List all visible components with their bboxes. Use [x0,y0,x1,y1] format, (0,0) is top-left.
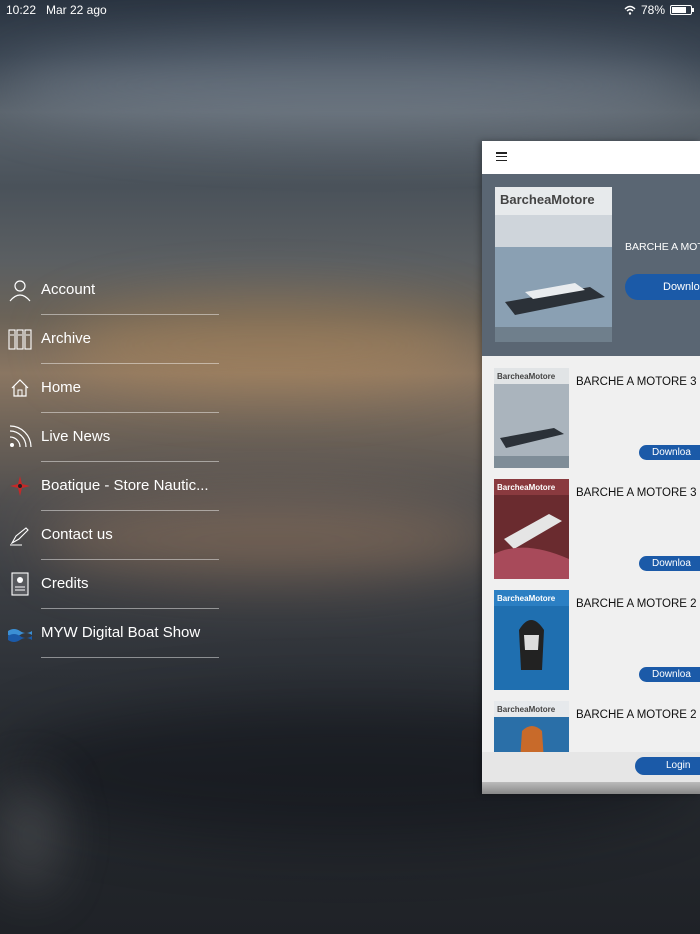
compass-icon [8,474,32,498]
status-date: Mar 22 ago [46,3,107,17]
hamburger-menu-icon[interactable] [496,152,507,162]
menu-item-home[interactable]: Home [0,364,220,413]
home-icon [8,376,32,400]
svg-text:BarcheaMotore: BarcheaMotore [497,594,556,603]
issue-cover-image[interactable]: BarcheaMotore [494,479,569,579]
archive-icon [8,327,32,351]
issue-row[interactable]: BarcheaMotore BARCHE A MOTORE 2 Downloa [494,590,700,690]
issue-title: BARCHE A MOTORE 2 [576,709,697,721]
rss-icon [8,425,32,449]
svg-text:BarcheaMotore: BarcheaMotore [497,705,556,714]
menu-item-label: Live News [41,428,111,445]
menu-item-contact-us[interactable]: Contact us [0,511,220,560]
issue-row[interactable]: BarcheaMotore BARCHE A MOTORE 3 Downloa [494,479,700,579]
login-button[interactable]: Login [635,757,700,775]
menu-item-credits[interactable]: Credits [0,560,220,609]
battery-percent: 78% [640,3,665,17]
cover-brand: BarcheaMotore [500,192,595,207]
menu-item-boatique-store[interactable]: Boatique - Store Nautic... [0,462,220,511]
issue-cover-image[interactable]: BarcheaMotore [494,701,569,752]
featured-issue: BarcheaMotore BARCHE A MOTO Downlo [482,174,700,356]
bottom-bar: Login [482,752,700,782]
issue-title: BARCHE A MOTORE 3 [576,376,697,388]
issue-cover-image[interactable]: BarcheaMotore [494,368,569,468]
status-right: 78% [624,3,694,17]
status-time: 10:22 [6,3,37,17]
issue-list[interactable]: BarcheaMotore BARCHE A MOTORE 3 Downloa … [482,356,700,752]
menu-divider [41,657,219,658]
menu-item-live-news[interactable]: Live News [0,413,220,462]
panel-bottom-edge [482,782,700,794]
app-panel[interactable]: BarcheaMotore BARCHE A MOTO Downlo Barch… [482,141,700,794]
issue-download-button[interactable]: Downloa [639,556,700,571]
wifi-icon [624,5,636,15]
pen-icon [8,523,32,547]
issue-cover-image[interactable]: BarcheaMotore [494,590,569,690]
menu-item-label: Boatique - Store Nautic... [41,477,209,494]
menu-item-label: MYW Digital Boat Show [41,624,201,641]
menu-item-label: Home [41,379,82,396]
menu-item-account[interactable]: Account [0,266,220,315]
featured-download-button[interactable]: Downlo [625,274,700,300]
issue-title: BARCHE A MOTORE 2 [576,598,697,610]
issue-row[interactable]: BarcheaMotore BARCHE A MOTORE 3 Downloa [494,368,700,468]
svg-text:BarcheaMotore: BarcheaMotore [497,372,556,381]
top-bar [482,141,700,174]
user-icon [8,278,32,302]
waves-icon [8,621,32,645]
menu-item-label: Account [41,281,96,298]
featured-title: BARCHE A MOTO [625,241,700,253]
menu-item-myw-digital-boat-show[interactable]: MYW Digital Boat Show [0,609,220,658]
featured-cover-image[interactable]: BarcheaMotore [495,187,612,342]
menu-item-label: Credits [41,575,89,592]
issue-download-button[interactable]: Downloa [639,445,700,460]
battery-icon [670,5,694,15]
svg-text:BarcheaMotore: BarcheaMotore [497,483,556,492]
issue-download-button[interactable]: Downloa [639,667,700,682]
id-card-icon [8,572,32,596]
issue-title: BARCHE A MOTORE 3 [576,487,697,499]
menu-item-label: Contact us [41,526,113,543]
side-menu: Account Archive Home Live News Boatique … [0,266,220,658]
status-bar: 10:22 Mar 22 ago 78% [0,0,700,20]
issue-row[interactable]: BarcheaMotore BARCHE A MOTORE 2 [494,701,700,752]
menu-item-label: Archive [41,330,92,347]
menu-item-archive[interactable]: Archive [0,315,220,364]
